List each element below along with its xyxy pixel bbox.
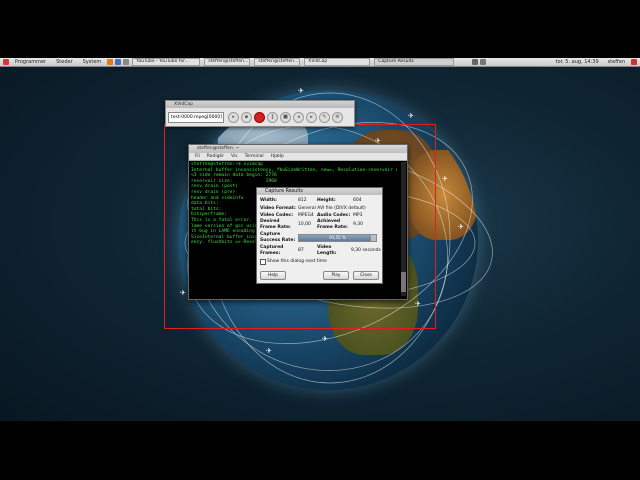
- menu-vis[interactable]: Vis: [231, 153, 238, 160]
- vcodec-label: Video Codec:: [260, 213, 294, 218]
- frames-label: Captured Frames:: [260, 245, 284, 256]
- length-label: Video Length:: [317, 245, 337, 256]
- menu-hjaelp[interactable]: Hjælp: [271, 153, 284, 160]
- desired-fps-value: 10,00: [298, 222, 311, 227]
- close-button[interactable]: Close: [353, 271, 379, 280]
- xvidcap-window: XVidCap test-0000.mpeg[0000] ▸ ▪ ‖ ■ ◂ ▸…: [165, 100, 355, 127]
- success-rate-label: Capture Success Rate:: [260, 232, 296, 243]
- achieved-fps-value: 9,30: [353, 222, 364, 227]
- pause-icon[interactable]: ‖: [267, 111, 278, 123]
- capture-results-dialog: Capture Results Width: 812 Height: 604 V…: [256, 187, 383, 284]
- save-icon[interactable]: ▪: [241, 111, 252, 123]
- airplane-icon: ✈: [458, 223, 464, 231]
- airplane-icon: ✈: [266, 347, 272, 355]
- show-next-label[interactable]: Show this dialog next time: [267, 259, 327, 264]
- height-label: Height:: [317, 198, 336, 203]
- airplane-icon: ✈: [408, 112, 414, 120]
- help-button[interactable]: Help: [260, 271, 286, 280]
- stop-icon[interactable]: ■: [280, 111, 291, 123]
- frames-value: 87: [298, 248, 304, 253]
- edit-icon[interactable]: ✎: [319, 111, 330, 123]
- forward-icon[interactable]: ▸: [306, 111, 317, 123]
- length-value: 9,30 seconds: [351, 248, 381, 253]
- filename-field[interactable]: test-0000.mpeg[0000]: [168, 111, 224, 123]
- success-rate-bar: 93,55 %: [298, 234, 377, 242]
- terminal-titlebar[interactable]: steffen@steffen: ~: [189, 145, 407, 153]
- menu-fil[interactable]: Fil: [195, 153, 200, 160]
- width-label: Width:: [260, 198, 277, 203]
- format-value: General AVI file (DIVX default): [298, 206, 366, 211]
- acodec-label: Audio Codec:: [317, 213, 351, 218]
- xvidcap-titlebar[interactable]: XVidCap: [166, 101, 354, 108]
- success-rate-text: 93,55 %: [329, 235, 346, 240]
- menu-rediger[interactable]: Redigér: [207, 153, 224, 160]
- airplane-icon: ✈: [298, 87, 304, 95]
- acodec-value: MP3: [353, 213, 363, 218]
- terminal-scrollbar[interactable]: [401, 162, 406, 296]
- width-value: 812: [298, 198, 307, 203]
- rewind-icon[interactable]: ◂: [293, 111, 304, 123]
- desktop-screen: Programmer Steder System YouTube - YouTu…: [0, 58, 640, 421]
- play-button[interactable]: Play: [323, 271, 349, 280]
- dialog-titlebar[interactable]: Capture Results: [257, 188, 382, 195]
- terminal-menubar: Fil Redigér Vis Terminal Hjælp: [189, 153, 407, 161]
- vcodec-value: MPEG4: [298, 213, 314, 218]
- format-label: Video Format:: [260, 206, 296, 211]
- height-value: 604: [353, 198, 362, 203]
- show-next-checkbox[interactable]: [260, 259, 266, 265]
- achieved-fps-label: Achieved Frame Rate:: [317, 219, 348, 230]
- settings-icon[interactable]: ⚙: [332, 111, 343, 123]
- record-button[interactable]: [254, 111, 265, 123]
- menu-terminal[interactable]: Terminal: [245, 153, 264, 160]
- airplane-icon: ✈: [322, 335, 328, 343]
- airplane-icon: ✈: [442, 175, 448, 183]
- step-button[interactable]: ▸: [228, 111, 239, 123]
- desired-fps-label: Desired Frame Rate:: [260, 219, 291, 230]
